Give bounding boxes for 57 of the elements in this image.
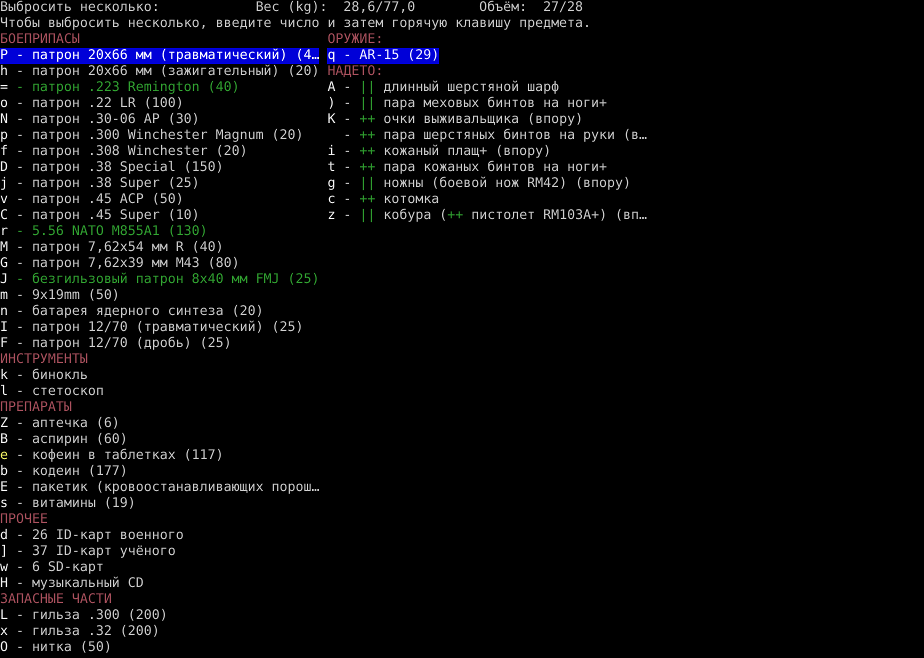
- inventory-item[interactable]: j - патрон .38 Super (25): [0, 176, 200, 192]
- inventory-item[interactable]: q - AR-15 (29): [327, 48, 440, 64]
- inventory-item[interactable]: r - 5.56 NATO M855A1 (130): [0, 224, 208, 240]
- instructions-text: Чтобы выбросить несколько, введите число и затем горячую клавишу предмета.: [0, 16, 592, 32]
- inventory-item[interactable]: t - ++ пара кожаных бинтов на ноги+: [327, 160, 608, 176]
- inventory-item[interactable]: ) - || пара меховых бинтов на ноги+: [327, 96, 608, 112]
- inventory-item[interactable]: h - патрон 20x66 мм (зажигательный) (20): [0, 64, 320, 80]
- weight-value: 28,6/77,0: [343, 0, 416, 16]
- category-header: ЗАПАСНЫЕ ЧАСТИ: [0, 592, 112, 608]
- inventory-item[interactable]: E - пакетик (кровоостанавливающих порош…: [0, 480, 320, 496]
- inventory-item[interactable]: ] - 37 ID-карт учёного: [0, 544, 176, 560]
- dialog-title: Выбросить несколько:: [0, 0, 160, 16]
- inventory-item[interactable]: K - ++ очки выживальщика (впору): [327, 112, 584, 128]
- volume-value: 27/28: [543, 0, 583, 16]
- inventory-item[interactable]: J - безгильзовый патрон 8x40 мм FMJ (25): [0, 272, 320, 288]
- inventory-item[interactable]: Z - аптечка (6): [0, 416, 120, 432]
- inventory-item[interactable]: o - патрон .22 LR (100): [0, 96, 184, 112]
- inventory-item[interactable]: d - 26 ID-карт военного: [0, 528, 184, 544]
- inventory-item[interactable]: H - музыкальный CD: [0, 576, 144, 592]
- inventory-item[interactable]: F - патрон 12/70 (дробь) (25): [0, 336, 232, 352]
- category-header: ПРОЧЕЕ: [0, 512, 48, 528]
- category-header: НАДЕТО:: [327, 64, 384, 80]
- inventory-item[interactable]: s - витамины (19): [0, 496, 136, 512]
- inventory-item[interactable]: N - патрон .30-06 AP (30): [0, 112, 200, 128]
- inventory-item[interactable]: b - кодеин (177): [0, 464, 128, 480]
- category-header: ИНСТРУМЕНТЫ: [0, 352, 88, 368]
- inventory-item[interactable]: c - ++ котомка: [327, 192, 440, 208]
- inventory-item[interactable]: l - стетоскоп: [0, 384, 104, 400]
- weight-label: Вес (kg):: [256, 0, 328, 16]
- inventory-item[interactable]: O - нитка (50): [0, 640, 112, 656]
- inventory-item[interactable]: I - патрон 12/70 (травматический) (25): [0, 320, 304, 336]
- inventory-item[interactable]: z - || кобура (++ пистолет RM103A+) (вп…: [327, 208, 647, 224]
- inventory-item[interactable]: v - патрон .45 ACP (50): [0, 192, 184, 208]
- inventory-item[interactable]: B - аспирин (60): [0, 432, 128, 448]
- category-header: ОРУЖИЕ:: [327, 32, 384, 48]
- inventory-item[interactable]: C - патрон .45 Super (10): [0, 208, 200, 224]
- category-header: ПРЕПАРАТЫ: [0, 400, 72, 416]
- inventory-item[interactable]: G - патрон 7,62x39 мм M43 (80): [0, 256, 240, 272]
- volume-label: Объём:: [479, 0, 528, 16]
- inventory-item[interactable]: = - патрон .223 Remington (40): [0, 80, 240, 96]
- inventory-item[interactable]: i - ++ кожаный плащ+ (впору): [327, 144, 552, 160]
- inventory-item[interactable]: P - патрон 20x66 мм (травматический) (4…: [0, 48, 320, 64]
- inventory-item[interactable]: e - кофеин в таблетках (117): [0, 448, 224, 464]
- inventory-item[interactable]: m - 9x19mm (50): [0, 288, 120, 304]
- inventory-item[interactable]: M - патрон 7,62x54 мм R (40): [0, 240, 224, 256]
- category-header: БОЕПРИПАСЫ: [0, 32, 80, 48]
- inventory-item[interactable]: f - патрон .308 Winchester (20): [0, 144, 248, 160]
- inventory-item[interactable]: g - || ножны (боевой нож RM42) (впору): [327, 176, 631, 192]
- inventory-item[interactable]: p - патрон .300 Winchester Magnum (20): [0, 128, 304, 144]
- inventory-item[interactable]: x - гильза .32 (200): [0, 624, 160, 640]
- inventory-item[interactable]: D - патрон .38 Special (150): [0, 160, 224, 176]
- inventory-item[interactable]: L - гильза .300 (200): [0, 608, 168, 624]
- inventory-item[interactable]: n - батарея ядерного синтеза (20): [0, 304, 264, 320]
- inventory-item[interactable]: k - бинокль: [0, 368, 88, 384]
- inventory-item[interactable]: w - 6 SD-карт: [0, 560, 104, 576]
- inventory-item[interactable]: - ++ пара шерстяных бинтов на руки (в…: [327, 128, 647, 144]
- inventory-item[interactable]: A - || длинный шерстяной шарф: [327, 80, 560, 96]
